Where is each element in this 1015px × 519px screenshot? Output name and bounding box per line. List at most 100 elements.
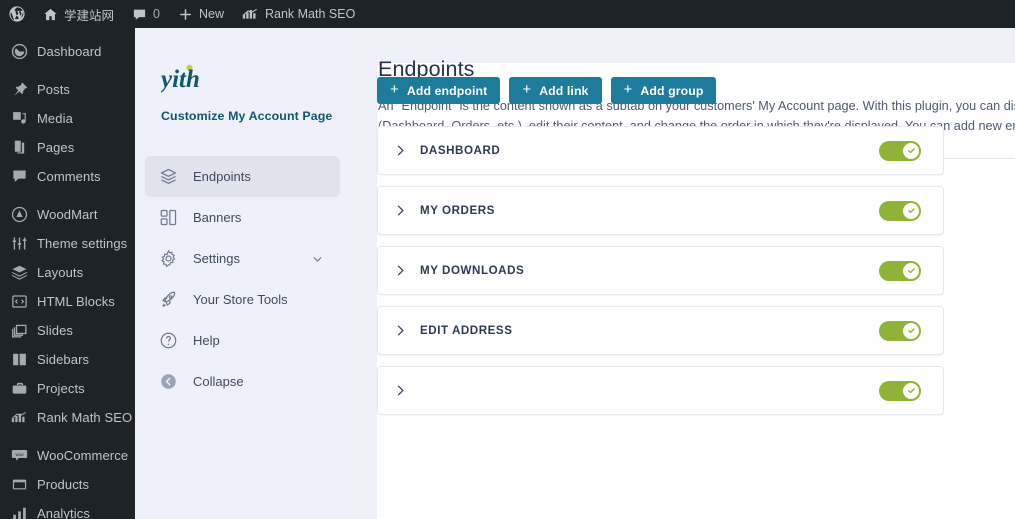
chevron-down-icon[interactable] [311,252,324,265]
plugin-nav-item-banners[interactable]: Banners [145,197,340,238]
banners-grid-icon [159,208,178,227]
comments-count: 0 [153,7,160,21]
plugin-subtitle: Customize My Account Page [161,109,333,123]
sidebar-item-label: Theme settings [37,236,128,251]
products-icon [10,476,28,494]
sidebar-item-projects[interactable]: Projects [0,374,135,403]
add-link-button[interactable]: + Add link [509,77,602,104]
rank-math-icon [10,409,28,427]
rank-math-icon [242,7,259,21]
plugin-nav-item-your-store-tools[interactable]: Your Store Tools [145,279,340,320]
sidebar-item-media[interactable]: Media [0,104,135,133]
new-content-menu-item[interactable]: New [169,0,233,28]
sidebar-item-html-blocks[interactable]: HTML Blocks [0,287,135,316]
endpoint-toggle[interactable] [879,260,921,281]
main-content: Endpoints An "Endpoint" is the content s… [350,28,1015,519]
chevron-right-icon[interactable] [392,383,408,399]
plus-icon [178,7,193,22]
sidebar-item-pages[interactable]: Pages [0,133,135,162]
sidebar-item-theme-settings[interactable]: Theme settings [0,229,135,258]
sidebar-item-dashboard[interactable]: Dashboard [0,37,135,66]
table-row[interactable]: EDIT ADDRESS [377,306,944,355]
chevron-right-icon[interactable] [392,263,408,279]
sidebar-item-layouts[interactable]: Layouts [0,258,135,287]
add-endpoint-button[interactable]: + Add endpoint [377,77,501,104]
sidebar-item-sidebars[interactable]: Sidebars [0,345,135,374]
sidebar-item-comments[interactable]: Comments [0,162,135,191]
chevron-right-icon[interactable] [392,203,408,219]
wp-admin-menu: Dashboard Posts Media Pages Comments Woo… [0,28,135,519]
sidebar-item-label: Layouts [37,265,84,280]
sidebar-item-posts[interactable]: Posts [0,75,135,104]
rank-math-menu-item[interactable]: Rank Math SEO [233,0,364,28]
plugin-nav-label: Collapse [193,374,244,389]
new-content-label: New [198,7,224,21]
sidebar-item-label: Dashboard [37,44,102,59]
sidebar-item-label: Posts [37,82,71,97]
endpoint-list: DASHBOARD MY ORDERS MY DOWNLOADS EDIT AD… [377,126,944,426]
sidebar-item-label: WoodMart [37,207,98,222]
sidebar-item-analytics[interactable]: Analytics [0,499,135,519]
add-link-label: Add link [539,83,589,98]
sidebar-item-label: Analytics [37,506,90,519]
sidebar-item-label: Products [37,477,90,492]
chevron-right-icon[interactable] [392,323,408,339]
table-row[interactable] [377,366,944,415]
endpoint-toggle[interactable] [879,380,921,401]
dashboard-gauge-icon [10,43,28,61]
question-circle-icon [159,331,178,350]
sidebar-item-label: Rank Math SEO [37,410,133,425]
sidebar-item-products[interactable]: Products [0,470,135,499]
sidebar-item-label: Slides [37,323,74,338]
plus-icon: + [522,81,532,98]
table-row[interactable]: MY ORDERS [377,186,944,235]
plus-icon: + [623,81,633,98]
chevron-right-icon[interactable] [392,143,408,159]
endpoint-toggle[interactable] [879,320,921,341]
comment-bubble-icon [132,7,147,22]
svg-text:yith: yith [161,66,200,93]
plugin-nav: Endpoints Banners Settings Your Store To… [135,156,350,402]
toggle-knob [903,142,919,159]
add-group-button[interactable]: + Add group [610,77,717,104]
table-row[interactable]: MY DOWNLOADS [377,246,944,295]
sidebar-item-label: Comments [37,169,101,184]
table-row[interactable]: DASHBOARD [377,126,944,175]
plugin-nav-label: Endpoints [193,169,251,184]
plugin-nav-item-collapse[interactable]: Collapse [145,361,340,402]
site-name-menu-item[interactable]: 学建站网 [34,0,123,28]
sidebar-item-label: Media [37,111,73,126]
site-name-label: 学建站网 [64,8,115,23]
yith-logo: yith [135,28,350,93]
sidebar-item-woocommerce[interactable]: woo WooCommerce [0,441,135,470]
layers-icon [10,264,28,282]
add-endpoint-label: Add endpoint [406,83,488,98]
wp-admin-bar: 学建站网 0 New Rank Math SEO [0,0,1015,28]
rocket-icon [159,290,178,309]
endpoint-toggle[interactable] [879,140,921,161]
sidebar-item-label: Sidebars [37,352,90,367]
sidebar-item-rank-math-seo[interactable]: Rank Math SEO [0,403,135,432]
plugin-nav-item-settings[interactable]: Settings [145,238,340,279]
plus-icon: + [390,81,399,98]
svg-text:woo: woo [15,452,24,457]
endpoint-toggle[interactable] [879,200,921,221]
sliders-icon [10,235,28,253]
sidebar-item-woodmart[interactable]: WoodMart [0,200,135,229]
add-group-label: Add group [640,83,704,98]
slides-icon [10,322,28,340]
sidebar-item-slides[interactable]: Slides [0,316,135,345]
plugin-nav-label: Banners [193,210,242,225]
woocommerce-icon: woo [10,447,28,465]
toggle-knob [903,202,919,219]
plugin-nav-item-endpoints[interactable]: Endpoints [145,156,340,197]
portfolio-icon [10,380,28,398]
gear-icon [159,249,178,268]
plugin-nav-item-help[interactable]: Help [145,320,340,361]
wp-logo-menu-item[interactable] [0,0,34,28]
endpoint-label: EDIT ADDRESS [420,324,513,337]
comments-menu-item[interactable]: 0 [123,0,169,28]
sidebar-item-label: HTML Blocks [37,294,115,309]
endpoint-label: MY ORDERS [420,204,495,217]
endpoint-label: MY DOWNLOADS [420,264,525,277]
